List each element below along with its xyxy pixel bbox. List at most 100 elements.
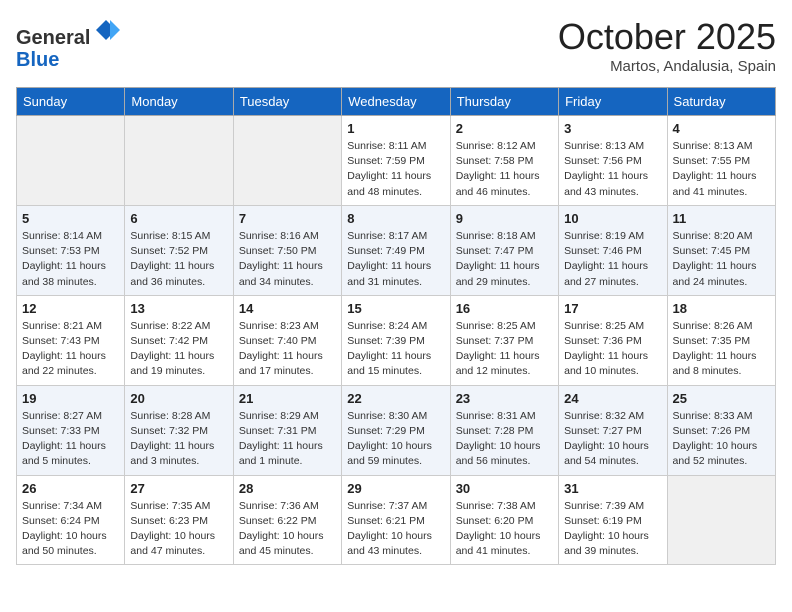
calendar-cell: 7 Sunrise: 8:16 AM Sunset: 7:50 PM Daylig… [233,205,341,295]
day-info: Sunrise: 8:25 AM Sunset: 7:36 PM Dayligh… [564,319,661,380]
calendar-cell: 10Sunrise: 8:19 AM Sunset: 7:46 PM Dayli… [559,205,667,295]
day-number: 7 [239,211,336,226]
day-number: 28 [239,481,336,496]
day-number: 22 [347,391,444,406]
calendar-cell: 24 Sunrise: 8:32 AM Sunset: 7:27 PM Dayli… [559,385,667,475]
calendar-cell: 12 Sunrise: 8:21 AM Sunset: 7:43 PM Dayli… [17,295,125,385]
calendar-cell: 28 Sunrise: 7:36 AM Sunset: 6:22 PM Dayli… [233,475,341,565]
calendar-cell: 20 Sunrise: 8:28 AM Sunset: 7:32 PM Dayli… [125,385,233,475]
week-row-5: 26 Sunrise: 7:34 AM Sunset: 6:24 PM Dayli… [17,475,776,565]
day-number: 20 [130,391,227,406]
day-number: 24 [564,391,661,406]
calendar-cell: 22 Sunrise: 8:30 AM Sunset: 7:29 PM Dayli… [342,385,450,475]
calendar-cell: 26 Sunrise: 7:34 AM Sunset: 6:24 PM Dayli… [17,475,125,565]
logo: General Blue [16,16,120,71]
day-info: Sunrise: 7:37 AM Sunset: 6:21 PM Dayligh… [347,499,444,560]
day-info: Sunrise: 8:20 AM Sunset: 7:45 PM Dayligh… [673,229,770,290]
calendar-table: SundayMondayTuesdayWednesdayThursdayFrid… [16,87,776,565]
day-info: Sunrise: 8:32 AM Sunset: 7:27 PM Dayligh… [564,409,661,470]
day-number: 19 [22,391,119,406]
calendar-cell: 5 Sunrise: 8:14 AM Sunset: 7:53 PM Daylig… [17,205,125,295]
calendar-cell: 16Sunrise: 8:25 AM Sunset: 7:37 PM Dayli… [450,295,558,385]
day-number: 11 [673,211,770,226]
day-info: Sunrise: 8:12 AM Sunset: 7:58 PM Dayligh… [456,139,553,200]
calendar-cell: 2 Sunrise: 8:12 AM Sunset: 7:58 PM Daylig… [450,116,558,206]
calendar-cell: 30 Sunrise: 7:38 AM Sunset: 6:20 PM Dayli… [450,475,558,565]
day-number: 26 [22,481,119,496]
location-text: Martos, Andalusia, Spain [558,58,776,75]
day-info: Sunrise: 8:24 AM Sunset: 7:39 PM Dayligh… [347,319,444,380]
calendar-cell: 21Sunrise: 8:29 AM Sunset: 7:31 PM Dayli… [233,385,341,475]
day-info: Sunrise: 8:17 AM Sunset: 7:49 PM Dayligh… [347,229,444,290]
day-number: 3 [564,121,661,136]
calendar-cell: 4 Sunrise: 8:13 AM Sunset: 7:55 PM Daylig… [667,116,775,206]
day-number: 12 [22,301,119,316]
week-row-2: 5 Sunrise: 8:14 AM Sunset: 7:53 PM Daylig… [17,205,776,295]
calendar-cell: 31Sunrise: 7:39 AM Sunset: 6:19 PM Dayli… [559,475,667,565]
weekday-header-thursday: Thursday [450,88,558,116]
weekday-header-wednesday: Wednesday [342,88,450,116]
day-number: 2 [456,121,553,136]
day-number: 14 [239,301,336,316]
day-info: Sunrise: 8:31 AM Sunset: 7:28 PM Dayligh… [456,409,553,470]
logo-blue-text: Blue [16,49,59,71]
day-info: Sunrise: 7:38 AM Sunset: 6:20 PM Dayligh… [456,499,553,560]
logo-icon [92,16,120,44]
week-row-1: 1 Sunrise: 8:11 AM Sunset: 7:59 PM Daylig… [17,116,776,206]
week-row-3: 12 Sunrise: 8:21 AM Sunset: 7:43 PM Dayli… [17,295,776,385]
day-number: 4 [673,121,770,136]
calendar-cell: 17 Sunrise: 8:25 AM Sunset: 7:36 PM Dayli… [559,295,667,385]
day-info: Sunrise: 8:26 AM Sunset: 7:35 PM Dayligh… [673,319,770,380]
weekday-header-friday: Friday [559,88,667,116]
calendar-cell: 8 Sunrise: 8:17 AM Sunset: 7:49 PM Daylig… [342,205,450,295]
day-number: 27 [130,481,227,496]
day-number: 5 [22,211,119,226]
calendar-cell [233,116,341,206]
calendar-cell: 19Sunrise: 8:27 AM Sunset: 7:33 PM Dayli… [17,385,125,475]
weekday-header-saturday: Saturday [667,88,775,116]
day-info: Sunrise: 7:36 AM Sunset: 6:22 PM Dayligh… [239,499,336,560]
day-info: Sunrise: 8:14 AM Sunset: 7:53 PM Dayligh… [22,229,119,290]
calendar-cell: 18 Sunrise: 8:26 AM Sunset: 7:35 PM Dayli… [667,295,775,385]
day-number: 18 [673,301,770,316]
logo-general-text: General [16,27,90,49]
calendar-cell [17,116,125,206]
day-number: 17 [564,301,661,316]
day-number: 25 [673,391,770,406]
day-info: Sunrise: 8:13 AM Sunset: 7:55 PM Dayligh… [673,139,770,200]
day-info: Sunrise: 7:34 AM Sunset: 6:24 PM Dayligh… [22,499,119,560]
day-info: Sunrise: 8:25 AM Sunset: 7:37 PM Dayligh… [456,319,553,380]
day-info: Sunrise: 8:29 AM Sunset: 7:31 PM Dayligh… [239,409,336,470]
day-info: Sunrise: 8:30 AM Sunset: 7:29 PM Dayligh… [347,409,444,470]
day-info: Sunrise: 8:21 AM Sunset: 7:43 PM Dayligh… [22,319,119,380]
day-info: Sunrise: 8:28 AM Sunset: 7:32 PM Dayligh… [130,409,227,470]
calendar-cell: 23 Sunrise: 8:31 AM Sunset: 7:28 PM Dayli… [450,385,558,475]
calendar-cell: 6 Sunrise: 8:15 AM Sunset: 7:52 PM Daylig… [125,205,233,295]
day-info: Sunrise: 8:11 AM Sunset: 7:59 PM Dayligh… [347,139,444,200]
weekday-header-tuesday: Tuesday [233,88,341,116]
day-info: Sunrise: 8:22 AM Sunset: 7:42 PM Dayligh… [130,319,227,380]
day-info: Sunrise: 8:16 AM Sunset: 7:50 PM Dayligh… [239,229,336,290]
day-info: Sunrise: 8:18 AM Sunset: 7:47 PM Dayligh… [456,229,553,290]
day-number: 6 [130,211,227,226]
weekday-header-monday: Monday [125,88,233,116]
day-number: 13 [130,301,227,316]
day-info: Sunrise: 7:35 AM Sunset: 6:23 PM Dayligh… [130,499,227,560]
day-number: 31 [564,481,661,496]
calendar-cell: 25 Sunrise: 8:33 AM Sunset: 7:26 PM Dayli… [667,385,775,475]
day-info: Sunrise: 8:33 AM Sunset: 7:26 PM Dayligh… [673,409,770,470]
day-number: 30 [456,481,553,496]
calendar-cell: 3 Sunrise: 8:13 AM Sunset: 7:56 PM Daylig… [559,116,667,206]
calendar-cell: 9 Sunrise: 8:18 AM Sunset: 7:47 PM Daylig… [450,205,558,295]
day-info: Sunrise: 8:13 AM Sunset: 7:56 PM Dayligh… [564,139,661,200]
calendar-cell: 27 Sunrise: 7:35 AM Sunset: 6:23 PM Dayli… [125,475,233,565]
day-number: 10 [564,211,661,226]
calendar-cell [125,116,233,206]
day-number: 9 [456,211,553,226]
calendar-cell [667,475,775,565]
day-number: 1 [347,121,444,136]
page-header: General Blue October 2025 Martos, Andalu… [16,16,776,75]
day-number: 8 [347,211,444,226]
day-number: 23 [456,391,553,406]
day-info: Sunrise: 8:15 AM Sunset: 7:52 PM Dayligh… [130,229,227,290]
